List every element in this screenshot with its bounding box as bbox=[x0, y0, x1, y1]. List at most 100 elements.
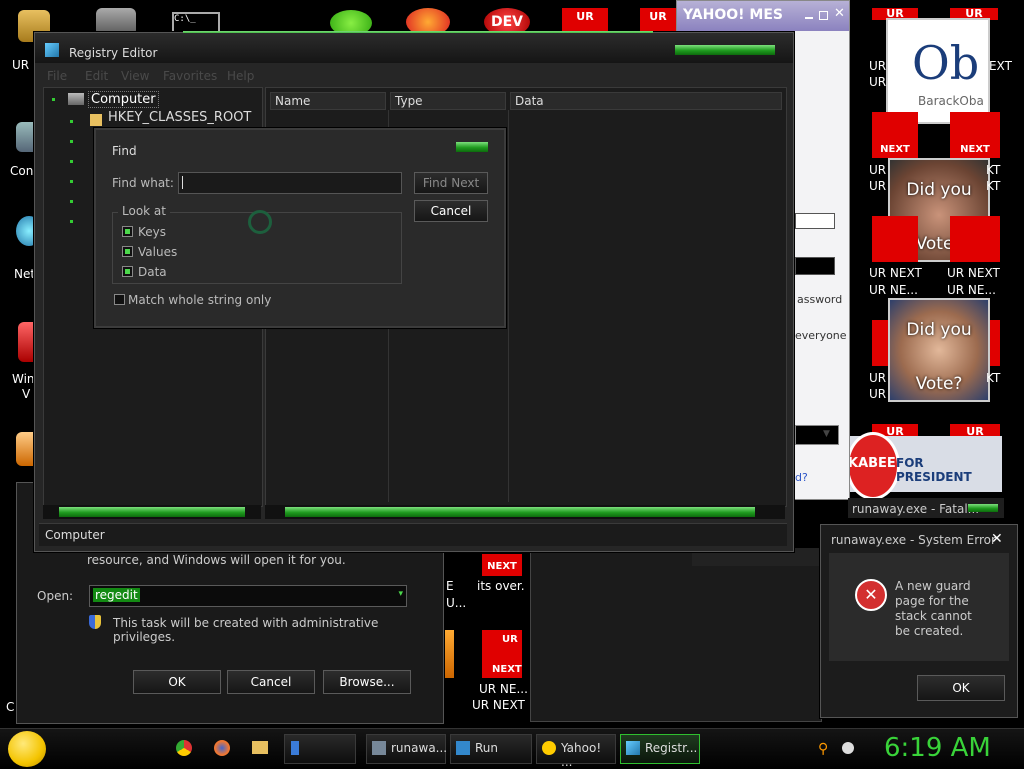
start-button[interactable] bbox=[8, 731, 46, 767]
open-label: Open: bbox=[37, 589, 74, 603]
find-next-button[interactable]: Find Next bbox=[414, 172, 488, 194]
column-type-label: Type bbox=[395, 94, 423, 108]
tree-expander[interactable] bbox=[70, 180, 73, 183]
minimize-icon[interactable] bbox=[805, 17, 813, 19]
folder-icon[interactable] bbox=[252, 741, 268, 754]
taskbar-label: Yahoo! ... bbox=[561, 741, 602, 769]
firefox-icon[interactable] bbox=[214, 740, 230, 756]
yahoo-dropdown[interactable] bbox=[795, 425, 839, 445]
data-checkbox[interactable] bbox=[122, 266, 133, 277]
tree-expander[interactable] bbox=[52, 98, 55, 101]
obama-photo[interactable]: Ob BarackOba bbox=[886, 18, 990, 124]
find-what-input[interactable] bbox=[178, 172, 402, 194]
find-title: Find bbox=[112, 144, 137, 158]
tree-expander[interactable] bbox=[70, 120, 73, 123]
menu-edit[interactable]: Edit bbox=[85, 69, 108, 83]
open-input[interactable]: regedit ▾ bbox=[89, 585, 407, 607]
clinton-photo[interactable]: Did you Vote? bbox=[888, 298, 990, 402]
browse-button[interactable]: Browse... bbox=[323, 670, 411, 694]
obama-sub-text: BarackOba bbox=[918, 94, 984, 108]
ur-tile[interactable] bbox=[950, 216, 1000, 262]
chevron-down-icon[interactable]: ▾ bbox=[398, 589, 403, 599]
desktop-label: Win bbox=[12, 372, 35, 386]
match-whole-checkbox[interactable] bbox=[114, 294, 125, 305]
right-label: UR bbox=[869, 371, 887, 385]
column-header-data[interactable]: Data bbox=[510, 92, 782, 110]
ur-tile[interactable]: UR bbox=[640, 8, 676, 32]
regedit-titlebar[interactable]: Registry Editor bbox=[35, 33, 793, 63]
tree-expander[interactable] bbox=[70, 140, 73, 143]
desktop-label: C bbox=[6, 700, 15, 714]
taskbar-blank[interactable] bbox=[284, 734, 356, 764]
ur-next-label: UR NEXT bbox=[869, 266, 922, 280]
did-you-text: Did you bbox=[906, 320, 972, 340]
tree-expander[interactable] bbox=[70, 200, 73, 203]
ok-button[interactable]: OK bbox=[133, 670, 221, 694]
cancel-button[interactable]: Cancel bbox=[227, 670, 315, 694]
menu-file[interactable]: File bbox=[47, 69, 67, 83]
error-ok-button[interactable]: OK bbox=[917, 675, 1005, 701]
yahoo-titlebar[interactable]: YAHOO! MES ✕ bbox=[677, 1, 849, 31]
taskbar-item-runaway[interactable]: runawa... bbox=[366, 734, 448, 764]
taskbar-label: runawa... bbox=[391, 741, 448, 755]
ur-next-tile[interactable]: UR NEXT bbox=[482, 630, 522, 678]
next-tile[interactable]: NEXT bbox=[482, 554, 522, 576]
scroll-thumb[interactable] bbox=[285, 507, 755, 517]
look-at-label: Look at bbox=[118, 204, 170, 218]
close-icon[interactable]: ✕ bbox=[991, 531, 1003, 547]
next-tile[interactable]: NEXT bbox=[872, 112, 918, 158]
window-controls[interactable] bbox=[675, 45, 775, 55]
status-text: Computer bbox=[45, 528, 105, 542]
messenger-tray-icon[interactable] bbox=[842, 742, 854, 754]
chrome-icon[interactable] bbox=[176, 740, 192, 756]
taskbar-item-regedit[interactable]: Registr... bbox=[620, 734, 700, 764]
next-tile[interactable]: NEXT bbox=[950, 112, 1000, 158]
menu-help[interactable]: Help bbox=[227, 69, 254, 83]
search-tray-icon[interactable]: ⚲ bbox=[818, 741, 828, 757]
phone-icon bbox=[291, 741, 299, 755]
menu-view[interactable]: View bbox=[121, 69, 149, 83]
ur-next-label: UR NEXT bbox=[947, 266, 1000, 280]
ur-tile[interactable]: UR bbox=[562, 8, 608, 32]
run-description: resource, and Windows will open it for y… bbox=[87, 553, 346, 567]
help-link[interactable]: d? bbox=[795, 471, 808, 484]
chevron-down-icon[interactable]: ▼ bbox=[823, 429, 830, 439]
tree-hscrollbar[interactable] bbox=[43, 505, 261, 519]
ur-tile[interactable] bbox=[872, 216, 918, 262]
scroll-thumb[interactable] bbox=[59, 507, 245, 517]
window-controls[interactable] bbox=[968, 504, 998, 512]
right-label: KT bbox=[986, 371, 1001, 385]
huckabee-banner[interactable]: KABEE FOR PRESIDENT bbox=[846, 432, 1002, 500]
values-checkbox[interactable] bbox=[122, 246, 133, 257]
taskbar-label: Registr... bbox=[645, 741, 698, 755]
find-dialog[interactable]: Find Find what: Find Next Cancel Look at… bbox=[94, 128, 506, 328]
taskbar-item-run[interactable]: Run bbox=[450, 734, 532, 764]
yahoo-field[interactable] bbox=[795, 257, 835, 275]
background-window bbox=[530, 548, 822, 722]
taskbar-item-yahoo[interactable]: Yahoo! ... bbox=[536, 734, 616, 769]
clock[interactable]: 6:19 AM bbox=[884, 733, 991, 763]
column-divider bbox=[508, 110, 509, 502]
menu-favorites[interactable]: Favorites bbox=[163, 69, 217, 83]
close-button[interactable] bbox=[456, 142, 488, 152]
yahoo-field[interactable] bbox=[795, 213, 835, 229]
column-header-type[interactable]: Type bbox=[390, 92, 506, 110]
fatal-error-window-back[interactable]: runaway.exe - Fatal... bbox=[848, 498, 1004, 518]
keys-checkbox[interactable] bbox=[122, 226, 133, 237]
tree-expander[interactable] bbox=[70, 220, 73, 223]
system-error-dialog[interactable]: runaway.exe - System Error ✕ ✕ A new gua… bbox=[820, 524, 1018, 718]
tree-item-hkcr[interactable]: HKEY_CLASSES_ROOT bbox=[108, 110, 251, 125]
right-label: KT bbox=[986, 163, 1001, 177]
column-header-name[interactable]: Name bbox=[270, 92, 386, 110]
admin-note: This task will be created with administr… bbox=[113, 616, 379, 644]
find-cancel-button[interactable]: Cancel bbox=[414, 200, 488, 222]
ur-tile-text: UR bbox=[502, 634, 518, 645]
maximize-icon[interactable] bbox=[819, 11, 828, 20]
list-hscrollbar[interactable] bbox=[265, 505, 785, 519]
obama-logo-text: Ob bbox=[912, 36, 980, 90]
close-icon[interactable]: ✕ bbox=[834, 6, 845, 21]
values-label: Values bbox=[138, 245, 178, 259]
tree-item-computer[interactable]: Computer bbox=[88, 91, 159, 108]
column-data-label: Data bbox=[515, 94, 544, 108]
tree-expander[interactable] bbox=[70, 160, 73, 163]
